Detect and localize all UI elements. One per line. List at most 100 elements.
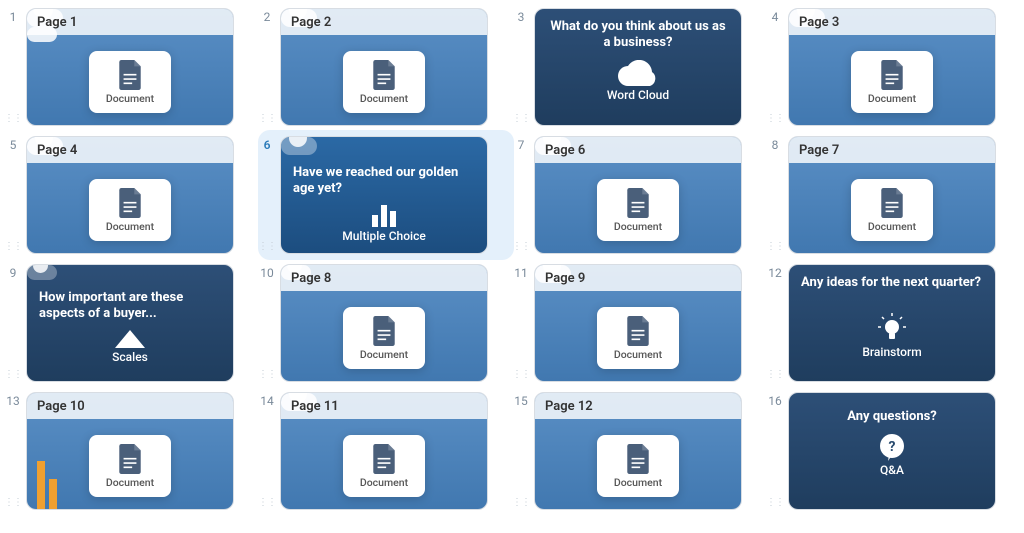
slides-grid: 1 ⋮⋮ Page 1 Document 2 ⋮⋮ Page 2 Documen…	[0, 8, 1024, 510]
slide-cell: 1 ⋮⋮ Page 1 Document	[4, 8, 258, 126]
slide-drag-handle[interactable]: ⋮⋮	[258, 497, 276, 510]
slide-thumbnail[interactable]: Page 10 Document	[26, 392, 234, 510]
slide-thumbnail[interactable]: Page 3 Document	[788, 8, 996, 126]
slide-gutter: 7 ⋮⋮	[512, 136, 530, 254]
slide-thumbnail[interactable]: Have we reached our golden age yet? Mult…	[280, 136, 488, 254]
slide-drag-handle[interactable]: ⋮⋮	[766, 113, 784, 126]
slide-number: 9	[10, 266, 17, 280]
lightbulb-icon	[878, 313, 906, 343]
slide-gutter: 11 ⋮⋮	[512, 264, 530, 382]
slide-drag-handle[interactable]: ⋮⋮	[512, 241, 530, 254]
document-icon	[371, 316, 397, 346]
activity-content: Have we reached our golden age yet? Mult…	[281, 155, 487, 254]
activity-content: What do you think about us as a business…	[535, 9, 741, 125]
slide-number: 14	[260, 394, 274, 408]
slide-thumbnail[interactable]: Page 11 Document	[280, 392, 488, 510]
document-badge-label: Document	[868, 220, 916, 233]
slide-cell: 4 ⋮⋮ Page 3 Document	[766, 8, 1020, 126]
slide-title-bar: Page 1	[27, 9, 233, 35]
slide-drag-handle[interactable]: ⋮⋮	[512, 497, 530, 510]
slide-drag-handle[interactable]: ⋮⋮	[512, 113, 530, 126]
slide-title-bar: Page 6	[535, 137, 741, 163]
slide-gutter: 15 ⋮⋮	[512, 392, 530, 510]
document-icon	[879, 60, 905, 90]
slide-number: 12	[768, 266, 782, 280]
slide-thumbnail[interactable]: Page 12 Document	[534, 392, 742, 510]
activity-question: Any questions?	[847, 409, 937, 425]
slide-gutter: 13 ⋮⋮	[4, 392, 22, 510]
slide-number: 6	[264, 138, 271, 152]
slide-number: 7	[518, 138, 525, 152]
slide-number: 15	[514, 394, 528, 408]
document-icon	[371, 60, 397, 90]
bar-chart-icon	[369, 205, 399, 227]
slide-number: 5	[10, 138, 17, 152]
slide-drag-handle[interactable]: ⋮⋮	[4, 497, 22, 510]
slide-number: 10	[260, 266, 274, 280]
slide-title-bar: Page 9	[535, 265, 741, 291]
document-badge: Document	[343, 435, 425, 497]
document-badge: Document	[89, 435, 171, 497]
cloud-icon	[618, 60, 658, 86]
slide-drag-handle[interactable]: ⋮⋮	[258, 241, 276, 254]
decoration-cloud	[281, 137, 317, 155]
slide-thumbnail[interactable]: How important are these aspects of a buy…	[26, 264, 234, 382]
slide-title-bar: Page 10	[27, 393, 233, 419]
slide-cell: 15 ⋮⋮ Page 12 Document	[512, 392, 766, 510]
slide-number: 2	[264, 10, 271, 24]
slide-thumbnail[interactable]: Page 1 Document	[26, 8, 234, 126]
slide-number: 11	[514, 266, 528, 280]
document-icon	[625, 316, 651, 346]
slide-title-bar: Page 7	[789, 137, 995, 163]
document-icon	[625, 188, 651, 218]
document-icon	[371, 444, 397, 474]
slide-drag-handle[interactable]: ⋮⋮	[4, 113, 22, 126]
slide-drag-handle[interactable]: ⋮⋮	[512, 369, 530, 382]
document-badge: Document	[89, 51, 171, 113]
slide-number: 8	[772, 138, 779, 152]
slide-drag-handle[interactable]: ⋮⋮	[766, 497, 784, 510]
document-icon	[117, 188, 143, 218]
slide-thumbnail[interactable]: Any questions? ? Q&A	[788, 392, 996, 510]
slide-drag-handle[interactable]: ⋮⋮	[766, 241, 784, 254]
activity-label: Brainstorm	[862, 345, 921, 359]
slide-drag-handle[interactable]: ⋮⋮	[258, 369, 276, 382]
chart-decoration	[37, 449, 57, 509]
slide-thumbnail[interactable]: Page 7 Document	[788, 136, 996, 254]
slide-drag-handle[interactable]: ⋮⋮	[4, 241, 22, 254]
document-badge-label: Document	[360, 92, 408, 105]
slide-gutter: 16 ⋮⋮	[766, 392, 784, 510]
slide-cell: 13 ⋮⋮ Page 10 Document	[4, 392, 258, 510]
slide-cell: 6 ⋮⋮ Have we reached our golden age yet?…	[258, 130, 514, 260]
slide-thumbnail[interactable]: Page 9 Document	[534, 264, 742, 382]
slide-title-bar: Page 8	[281, 265, 487, 291]
slide-thumbnail[interactable]: Page 8 Document	[280, 264, 488, 382]
slide-drag-handle[interactable]: ⋮⋮	[4, 369, 22, 382]
activity-content: Any ideas for the next quarter? Brainsto…	[789, 265, 995, 381]
document-icon	[625, 444, 651, 474]
document-badge: Document	[597, 307, 679, 369]
document-badge: Document	[851, 51, 933, 113]
slide-drag-handle[interactable]: ⋮⋮	[766, 369, 784, 382]
activity-question: What do you think about us as a business…	[547, 19, 729, 52]
slide-gutter: 12 ⋮⋮	[766, 264, 784, 382]
svg-text:?: ?	[889, 439, 896, 455]
document-badge-label: Document	[868, 92, 916, 105]
slide-number: 13	[6, 394, 20, 408]
slide-drag-handle[interactable]: ⋮⋮	[258, 113, 276, 126]
slide-thumbnail[interactable]: Page 2 Document	[280, 8, 488, 126]
slide-cell: 7 ⋮⋮ Page 6 Document	[512, 136, 766, 254]
slide-cell: 2 ⋮⋮ Page 2 Document	[258, 8, 512, 126]
document-icon	[879, 188, 905, 218]
slide-gutter: 8 ⋮⋮	[766, 136, 784, 254]
slide-thumbnail[interactable]: What do you think about us as a business…	[534, 8, 742, 126]
decoration-cloud	[27, 265, 57, 280]
slide-cell: 9 ⋮⋮ How important are these aspects of …	[4, 264, 258, 382]
activity-label: Scales	[112, 350, 148, 364]
slide-thumbnail[interactable]: Page 4 Document	[26, 136, 234, 254]
slide-thumbnail[interactable]: Any ideas for the next quarter? Brainsto…	[788, 264, 996, 382]
document-badge-label: Document	[106, 220, 154, 233]
slide-cell: 5 ⋮⋮ Page 4 Document	[4, 136, 258, 254]
slide-thumbnail[interactable]: Page 6 Document	[534, 136, 742, 254]
slide-cell: 16 ⋮⋮ Any questions? ? Q&A	[766, 392, 1020, 510]
